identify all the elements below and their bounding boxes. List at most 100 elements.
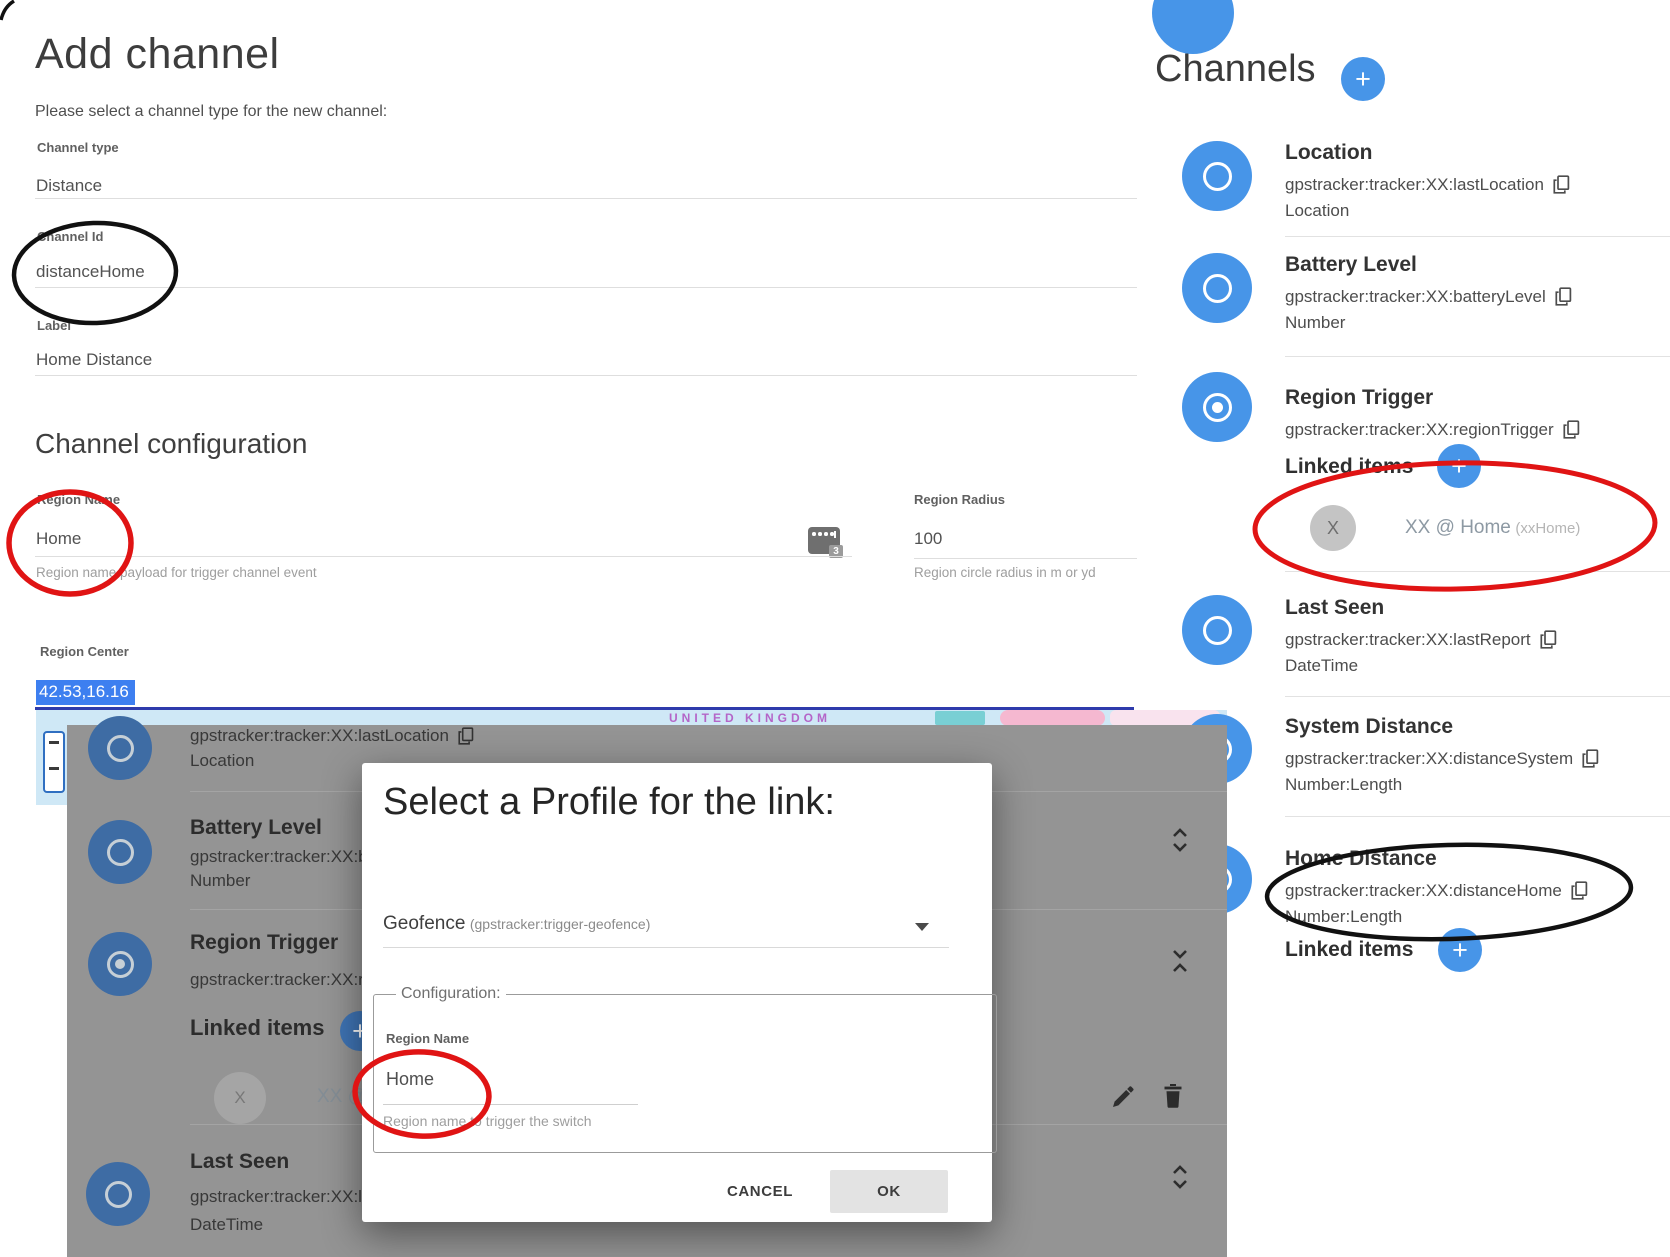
linked-items-label: Linked items [1285,455,1413,479]
channel-row-battery[interactable]: Battery Level gpstracker:tracker:XX:batt… [1285,252,1670,335]
modal-region-name-input[interactable]: Home [386,1069,434,1090]
dim-channel-title: Battery Level [190,816,322,840]
input-extension-icon[interactable]: 3 [808,527,840,554]
dim-channel-type: Location [190,750,254,772]
map-feature-teal [935,711,985,725]
linked-item-avatar: X [1310,505,1356,551]
channel-type-input[interactable]: Distance [36,176,102,196]
add-link-button[interactable]: + [1437,444,1481,488]
region-name-input[interactable]: Home [36,529,81,549]
dim-linked-item-avatar: X [214,1072,266,1124]
channel-avatar-last-seen [1182,595,1252,665]
trash-icon [1162,1083,1184,1110]
configuration-legend: Configuration: [396,985,506,1003]
map-fragment [36,710,67,805]
state-channel-icon [1203,616,1232,645]
configuration-fieldset: Configuration: Region Name Home Region n… [373,985,997,1153]
channel-id: gpstracker:tracker:XX:distanceSystem [1285,746,1573,771]
selected-text: 42.53,16.16 [36,680,135,705]
dim-channel-avatar-battery [88,820,152,884]
map-zoom-control[interactable] [43,731,65,793]
dim-channel-avatar-region-trigger [88,932,152,996]
intro-text: Please select a channel type for the new… [35,103,387,121]
add-channel-button[interactable]: + [1341,57,1385,101]
unfold-more-icon[interactable] [1170,827,1190,853]
dim-channel-title: Region Trigger [190,931,338,955]
profile-select-value: Geofence [383,913,465,934]
region-radius-underline [914,558,1137,559]
region-center-label: Region Center [40,644,129,659]
copy-icon[interactable] [1553,175,1570,194]
unfold-less-icon[interactable] [1170,948,1190,974]
channel-type: DateTime [1285,653,1670,678]
channel-type: Number:Length [1285,772,1670,797]
map-feature-pink [1000,710,1105,726]
channel-title: Last Seen [1285,595,1670,620]
cancel-button[interactable]: CANCEL [705,1170,815,1213]
add-link-button[interactable]: + [1438,928,1482,972]
channel-title: Home Distance [1285,846,1670,871]
state-channel-icon [1203,162,1232,191]
channel-title: Battery Level [1285,252,1670,277]
label-input[interactable]: Home Distance [36,350,152,370]
map-strip: UNITED KINGDOM [36,710,1227,726]
profile-select[interactable]: Geofence (gpstracker:trigger-geofence) [383,913,949,935]
chevron-down-icon [915,923,929,931]
dim-channel-type: Number [190,870,250,892]
channel-id: gpstracker:tracker:XX:batteryLevel [1285,284,1546,309]
linked-item-ref: (xxHome) [1515,520,1580,537]
page-title: Add channel [35,30,280,79]
edit-link-button[interactable] [1110,1084,1134,1110]
state-channel-icon [1203,274,1232,303]
channel-id: gpstracker:tracker:XX:distanceHome [1285,878,1562,903]
copy-icon[interactable] [1563,420,1580,439]
channel-title: Location [1285,140,1670,165]
config-section-title: Channel configuration [35,428,307,460]
dim-channel-type: DateTime [190,1214,263,1236]
dim-channel-avatar-location [88,716,152,780]
channel-title: System Distance [1285,714,1670,739]
channels-panel-title: Channels [1155,48,1316,91]
copy-icon[interactable] [1540,630,1557,649]
corner-mark [1,1,14,20]
dim-channel-avatar-last-seen [86,1162,150,1226]
label-label: Label [37,318,71,333]
linked-items-label: Linked items [1285,938,1413,962]
channel-row-last-seen[interactable]: Last Seen gpstracker:tracker:XX:lastRepo… [1285,595,1670,678]
ok-button[interactable]: OK [830,1170,948,1213]
region-name-underline [35,556,852,557]
linked-item-row[interactable]: XX @ Home (xxHome) [1405,517,1580,539]
channel-type-underline [35,198,1137,199]
copy-icon[interactable] [1582,749,1599,768]
profile-select-detail: (gpstracker:trigger-geofence) [470,916,651,932]
channel-row-location[interactable]: Location gpstracker:tracker:XX:lastLocat… [1285,140,1670,223]
trigger-channel-icon [1203,393,1232,422]
delete-link-button[interactable] [1162,1083,1184,1110]
modal-region-name-helper: Region name to trigger the switch [383,1113,592,1129]
region-name-label: Region Name [37,492,120,507]
channel-id: gpstracker:tracker:XX:regionTrigger [1285,417,1554,442]
region-center-input[interactable]: 42.53,16.16 [36,680,135,705]
dialog-title: Select a Profile for the link: [383,781,835,824]
region-radius-label: Region Radius [914,492,1005,507]
channel-id-input[interactable]: distanceHome [36,262,145,282]
channel-id-underline [35,287,1137,288]
copy-icon[interactable] [1555,287,1572,306]
channel-avatar-location [1182,141,1252,211]
channel-row-home-distance[interactable]: Home Distance gpstracker:tracker:XX:dist… [1285,846,1670,929]
dim-channel-id: gpstracker:tracker:XX:lastLocation [190,725,449,747]
region-radius-helper: Region circle radius in m or yd [914,565,1137,580]
region-radius-input[interactable]: 100 [914,529,942,549]
linked-item-name: XX @ Home [1405,517,1511,538]
channel-avatar-region-trigger [1182,372,1252,442]
channel-title: Region Trigger [1285,385,1670,410]
unfold-more-icon[interactable] [1170,1164,1190,1190]
channel-type: Number:Length [1285,904,1670,929]
channel-type: Number [1285,310,1670,335]
channel-type: Location [1285,198,1670,223]
channel-row-region-trigger[interactable]: Region Trigger gpstracker:tracker:XX:reg… [1285,385,1670,442]
dim-linked-items-label: Linked items [190,1016,324,1040]
copy-icon[interactable] [1571,881,1588,900]
partial-avatar-top [1152,0,1234,54]
channel-row-system-distance[interactable]: System Distance gpstracker:tracker:XX:di… [1285,714,1670,797]
